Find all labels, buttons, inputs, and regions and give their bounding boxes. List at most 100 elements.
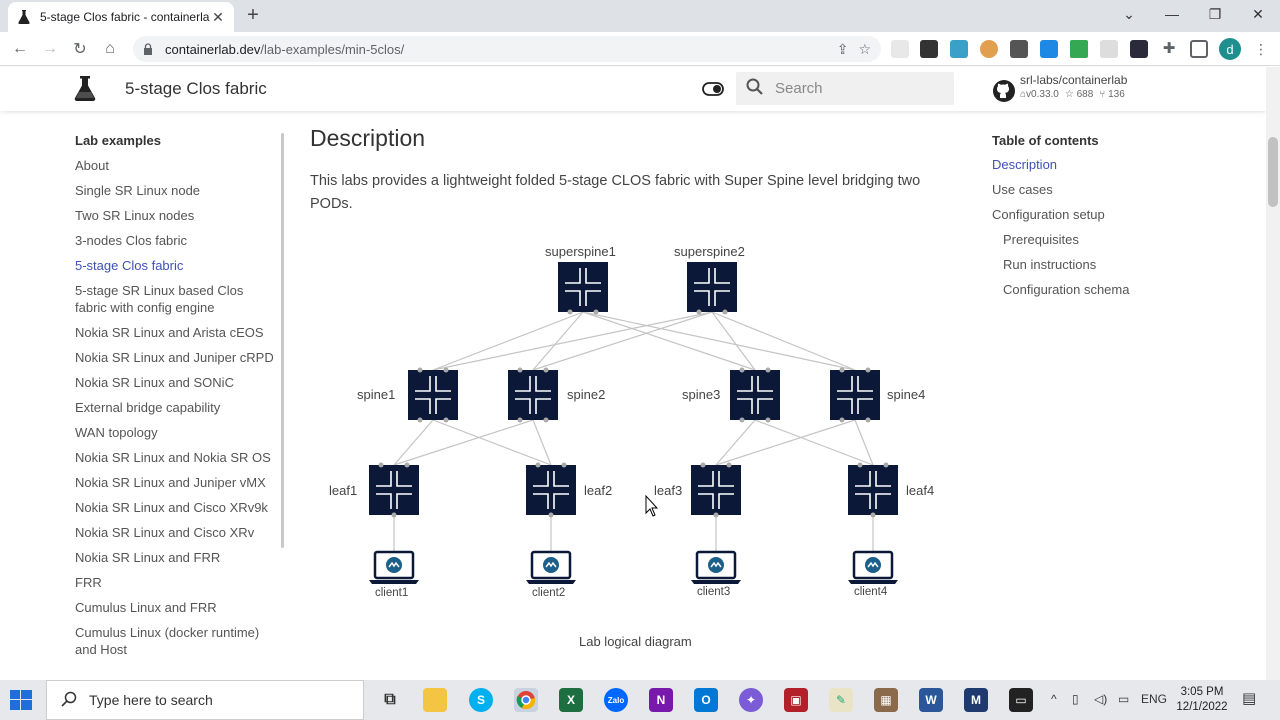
volume-icon[interactable]: ◁) [1094,692,1107,706]
address-bar[interactable]: containerlab.dev/lab-examples/min-5clos/… [133,36,881,62]
extension-icon[interactable] [1130,40,1148,58]
sidebar-item[interactable]: Cumulus Linux and FRR [75,599,275,616]
extensions-puzzle-icon[interactable]: ✚ [1160,40,1178,58]
reload-icon[interactable]: ↻ [68,38,92,60]
sidebar-item[interactable]: Nokia SR Linux and Juniper vMX [75,474,275,491]
spine-node [730,370,780,420]
toc-item[interactable]: Configuration schema [992,282,1242,298]
terminal-icon[interactable]: ▭ [1009,688,1033,712]
flask-icon [16,9,32,25]
sidebar-item[interactable]: Nokia SR Linux and Juniper cRPD [75,349,275,366]
toc-item[interactable]: Prerequisites [992,232,1242,248]
extension-icon[interactable] [1100,40,1118,58]
skype-icon[interactable]: S [469,688,493,712]
sidebar-item[interactable]: FRR [75,574,275,591]
sidebar-item[interactable]: Nokia SR Linux and Arista cEOS [75,324,275,341]
app-icon[interactable]: ▦ [874,688,898,712]
language-indicator[interactable]: ENG [1141,692,1167,706]
extension-icon[interactable] [891,40,909,58]
link [711,311,856,371]
sidebar-item[interactable]: Single SR Linux node [75,182,275,199]
side-panel-icon[interactable] [1190,40,1208,58]
sidebar-nav: Lab examples About Single SR Linux node Tw… [75,133,275,666]
zalo-icon[interactable]: Zalo [604,688,628,712]
lock-icon [143,43,155,55]
repo-link[interactable]: srl-labs/containerlab ⌂v0.33.0 ☆ 688 ⑂ 1… [992,73,1127,103]
word-icon[interactable]: W [919,688,943,712]
drive-extension-icon[interactable] [1070,40,1088,58]
tab-search-icon[interactable]: ⌄ [1107,0,1151,28]
extension-icon[interactable] [1040,40,1058,58]
file-explorer-icon[interactable] [423,688,447,712]
sidebar-item[interactable]: Nokia SR Linux and SONiC [75,374,275,391]
windows-start-icon[interactable] [10,690,32,710]
toc-item[interactable]: Configuration setup [992,207,1242,223]
minimize-icon[interactable]: — [1150,0,1194,28]
sidebar-item[interactable]: WAN topology [75,424,275,441]
excel-icon[interactable]: X [559,688,583,712]
scrollbar-thumb[interactable] [1268,137,1278,207]
network-icon[interactable]: ▯ [1072,692,1079,706]
tray-chevron-icon[interactable]: ^ [1051,692,1057,706]
bookmark-star-icon[interactable]: ☆ [858,41,871,58]
app-icon[interactable]: ▣ [784,688,808,712]
restore-icon[interactable]: ❐ [1193,0,1237,28]
search-icon [61,691,77,710]
sidebar-item[interactable]: Nokia SR Linux and Cisco XRv9k [75,499,275,516]
sidebar-item[interactable]: 5-stage SR Linux based Clos fabric with … [75,282,275,316]
messenger-icon[interactable]: ✦ [739,688,763,712]
sidebar-item[interactable]: Nokia SR Linux and Nokia SR OS [75,449,275,466]
link [711,311,756,371]
sidebar-scrollbar[interactable] [281,133,284,548]
taskbar-search[interactable]: Type here to search [46,680,364,720]
search-input[interactable] [775,80,945,97]
close-tab-icon[interactable]: ✕ [210,9,226,25]
flask-logo-icon[interactable] [74,76,96,102]
search-box[interactable] [736,72,954,105]
sidebar-item[interactable]: External bridge capability [75,399,275,416]
extension-icon[interactable] [1010,40,1028,58]
new-tab-icon[interactable]: + [243,5,263,26]
chrome-icon[interactable] [514,688,538,712]
browser-tab[interactable]: 5-stage Clos fabric - containerlab ✕ [8,2,234,32]
notepad-icon[interactable]: ✎ [829,688,853,712]
toc-item[interactable]: Run instructions [992,257,1242,273]
sidebar-item[interactable]: Two SR Linux nodes [75,207,275,224]
toc-heading: Table of contents [992,133,1099,148]
extension-icon[interactable] [950,40,968,58]
browser-tabstrip: 5-stage Clos fabric - containerlab ✕ + ⌄… [0,0,1280,32]
sidebar-item[interactable]: Nokia SR Linux and Cisco XRv [75,524,275,541]
sidebar-item[interactable]: Nokia SR Linux and FRR [75,549,275,566]
outlook-icon[interactable]: O [694,688,718,712]
toc-item[interactable]: Use cases [992,182,1242,198]
toc-item[interactable]: Description [992,157,1242,173]
share-icon[interactable]: ⇪ [837,41,849,58]
page-scrollbar[interactable] [1266,67,1280,680]
cookie-extension-icon[interactable] [980,40,998,58]
link [532,311,584,371]
link [432,419,552,466]
repo-forks-count: 136 [1108,89,1125,100]
browser-menu-icon[interactable]: ⋮ [1252,40,1270,58]
battery-icon[interactable]: ▭ [1118,692,1129,706]
taskbar-clock[interactable]: 3:05 PM 12/1/2022 [1172,685,1232,715]
sidebar-item[interactable]: 3-nodes Clos fabric [75,232,275,249]
theme-toggle-icon[interactable] [702,82,724,96]
search-icon [746,78,763,100]
back-icon[interactable]: ← [8,38,32,60]
window-close-icon[interactable]: ✕ [1236,0,1280,28]
leaf-node [369,465,419,515]
profile-avatar[interactable]: d [1219,38,1241,60]
taskbar-search-text: Type here to search [89,692,213,708]
notifications-icon[interactable]: ▤ [1242,689,1256,707]
home-icon[interactable]: ⌂ [98,38,122,60]
sidebar-item[interactable]: Cumulus Linux (docker runtime) and Host [75,624,275,658]
app-icon[interactable]: M [964,688,988,712]
sidebar-item[interactable]: 5-stage Clos fabric [75,257,275,274]
forward-icon[interactable]: → [38,38,62,60]
site-header: 5-stage Clos fabric srl-labs/containerla… [0,67,1266,111]
extension-icon[interactable] [920,40,938,58]
sidebar-item[interactable]: About [75,157,275,174]
task-view-icon[interactable]: ⧉ [378,688,402,712]
onenote-icon[interactable]: N [649,688,673,712]
